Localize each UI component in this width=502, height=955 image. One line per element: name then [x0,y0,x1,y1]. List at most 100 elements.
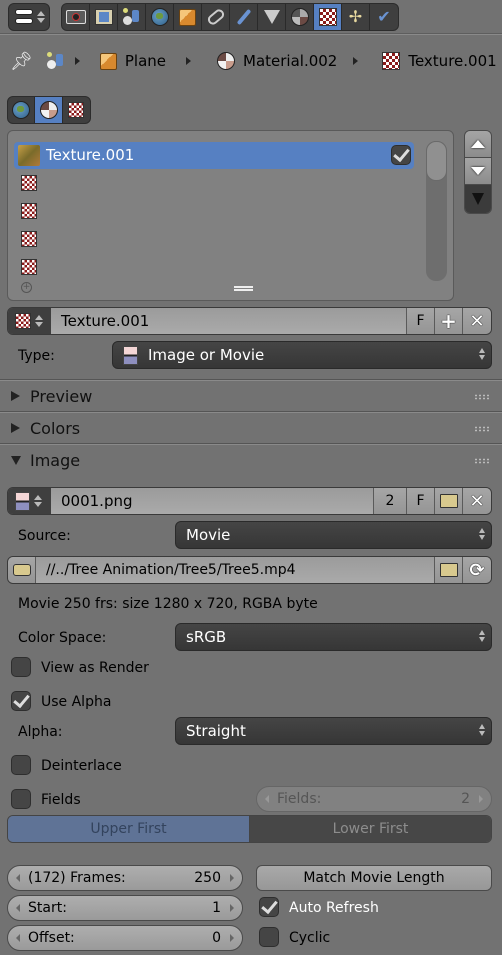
source-dropdown[interactable]: Movie [175,521,492,549]
filepath-input[interactable]: //../Tree Animation/Tree5/Tree5.mp4 [36,557,435,583]
camera-icon [65,10,86,24]
breadcrumb-material[interactable]: Material.002 [243,52,337,70]
specials-menu-button[interactable] [465,185,491,213]
alpha-value: Straight [186,722,246,740]
wrench-icon [236,8,251,26]
fields-count-label: Fields: [277,791,322,807]
offset-field[interactable]: Offset: 0 [7,925,243,951]
add-slot-icon[interactable]: + [21,282,32,293]
increment-arrow-icon[interactable] [230,934,234,942]
color-space-dropdown[interactable]: sRGB [175,623,492,651]
tab-data[interactable] [258,4,286,30]
decrement-arrow-icon[interactable] [265,795,269,803]
tab-texture[interactable] [314,4,342,30]
increment-arrow-icon[interactable] [230,904,234,912]
tab-other-texture[interactable] [63,97,90,123]
texture-browse-button[interactable] [8,308,51,334]
view-as-render-label: View as Render [41,660,149,676]
panel-preview-header[interactable]: Preview [0,381,502,411]
list-resize-handle[interactable] [234,286,253,291]
drag-grip-icon[interactable] [474,426,490,432]
editor-type-button[interactable] [8,3,50,31]
breadcrumb-object[interactable]: Plane [125,52,166,70]
move-up-button[interactable] [465,131,491,158]
texture-slot-icon[interactable] [21,203,37,219]
tab-material-texture[interactable] [35,97,63,123]
panel-image-header[interactable]: Image [0,445,502,475]
package-icon [12,564,31,576]
material-sphere-icon [39,101,58,119]
auto-refresh-label: Auto Refresh [289,900,379,916]
browse-file-button[interactable] [435,557,463,583]
tab-render[interactable] [62,4,90,30]
world-icon [12,101,31,119]
image-name-input[interactable]: 0001.png [51,488,374,514]
panel-colors-header[interactable]: Colors [0,413,502,443]
fields-checkbox[interactable] [11,789,31,809]
move-up-icon [471,140,485,148]
unlink-texture-button[interactable]: ✕ [463,308,491,334]
cyclic-checkbox[interactable] [259,927,279,947]
fake-user-button[interactable]: F [407,308,435,334]
texture-checker-icon [318,8,337,26]
decrement-arrow-icon[interactable] [16,874,20,882]
reload-button[interactable]: ⟳ [463,557,491,583]
image-fake-user-button[interactable]: F [407,488,435,514]
browse-arrows-icon [35,315,43,327]
browse-arrows-icon [34,495,42,507]
tab-material[interactable] [286,4,314,30]
tab-world[interactable] [146,4,174,30]
tab-modifiers[interactable] [230,4,258,30]
panel-title: Colors [30,418,81,438]
breadcrumb-texture[interactable]: Texture.001 [408,52,496,70]
tab-constraints[interactable] [202,4,230,30]
dropdown-arrows-icon [479,348,485,360]
deinterlace-label: Deinterlace [41,758,122,774]
type-dropdown[interactable]: Image or Movie [112,341,492,369]
increment-arrow-icon[interactable] [230,874,234,882]
pin-icon[interactable]: 📌︎ [10,51,33,72]
image-users-count[interactable]: 2 [374,488,407,514]
texture-slot-icon[interactable] [21,259,37,275]
dropdown-arrows-icon [479,528,485,540]
match-movie-length-button[interactable]: Match Movie Length [256,865,492,891]
alpha-dropdown[interactable]: Straight [175,717,492,745]
texture-name-input[interactable]: Texture.001 [51,308,407,334]
fields-count-field[interactable]: Fields: 2 [256,786,492,812]
drag-grip-icon[interactable] [474,458,490,464]
image-browse-button[interactable] [8,488,51,514]
upper-first-option[interactable]: Upper First [8,816,250,842]
list-scrollbar-thumb[interactable] [426,141,447,181]
pack-button[interactable] [8,557,36,583]
tab-scene[interactable] [118,4,146,30]
unlink-image-button[interactable]: ✕ [463,488,491,514]
texture-slot-icon[interactable] [21,231,37,247]
scene-icon [46,52,65,70]
image-movie-icon [123,345,138,365]
decrement-arrow-icon[interactable] [16,934,20,942]
new-texture-button[interactable]: + [435,308,463,334]
texture-slot-icon[interactable] [21,175,37,191]
tab-object[interactable] [174,4,202,30]
decrement-arrow-icon[interactable] [16,904,20,912]
tab-particles[interactable]: ✢ [342,4,370,30]
texture-slot-enabled-checkbox[interactable] [391,145,411,165]
breadcrumb-separator-icon [353,57,359,65]
lower-first-option[interactable]: Lower First [250,816,491,842]
auto-refresh-checkbox[interactable] [259,897,279,917]
deinterlace-checkbox[interactable] [11,755,31,775]
tab-render-layers[interactable] [90,4,118,30]
open-image-button[interactable] [435,488,463,514]
use-alpha-checkbox[interactable] [11,691,31,711]
frames-field[interactable]: (172) Frames: 250 [7,865,243,891]
tab-world-texture[interactable] [8,97,36,123]
properties-header: ✢ ✔ [0,0,502,34]
drag-grip-icon[interactable] [474,394,490,400]
breadcrumb-separator-icon [186,57,191,65]
tab-physics[interactable]: ✔ [370,4,398,30]
move-down-button[interactable] [465,158,491,185]
folder-icon [439,563,458,577]
increment-arrow-icon[interactable] [479,795,483,803]
start-field[interactable]: Start: 1 [7,895,243,921]
view-as-render-checkbox[interactable] [11,657,31,677]
